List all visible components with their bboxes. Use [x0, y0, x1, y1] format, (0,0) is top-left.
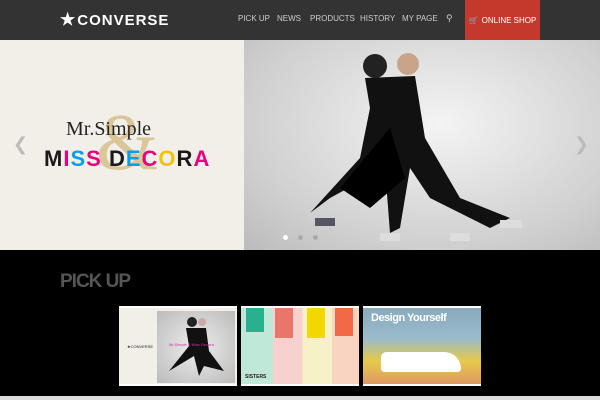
- prev-arrow-icon[interactable]: ❮: [13, 134, 28, 155]
- star-icon: ★: [60, 10, 77, 29]
- logo-text: CONVERSE: [77, 11, 170, 29]
- shop-label: ONLINE SHOP: [481, 15, 537, 25]
- thumb-logo: ★CONVERSE: [127, 344, 154, 349]
- pickup-item-label: Design Yourself: [371, 312, 447, 324]
- cart-icon: 🛒: [468, 15, 479, 25]
- title-letter: C: [141, 146, 159, 171]
- title-letter: D: [108, 146, 126, 171]
- title-letter: S: [70, 146, 87, 171]
- search-icon[interactable]: ⚲: [446, 13, 453, 24]
- hero-carousel: & Mr.Simple MISS DECORA ❮ ❯: [0, 40, 600, 250]
- hero-title-2: MISS DECORA: [44, 146, 210, 172]
- pickup-item-3[interactable]: Design Yourself: [363, 306, 481, 386]
- hero-title-1: Mr.Simple: [66, 118, 152, 140]
- couple-thumbnail-image: [169, 317, 224, 376]
- ampersand: &: [96, 99, 159, 187]
- title-letter: E: [125, 146, 142, 171]
- nav-news[interactable]: NEWS: [277, 14, 301, 23]
- next-arrow-icon[interactable]: ❯: [574, 134, 589, 155]
- online-shop-button[interactable]: 🛒 ONLINE SHOP: [465, 0, 540, 40]
- pickup-item-label: Mr.Simple & Miss Decora: [169, 342, 214, 347]
- footer-strip: [0, 396, 600, 400]
- title-letter: O: [158, 146, 177, 171]
- pickup-item-label: SISTERS: [245, 374, 267, 380]
- hero-title-panel: & Mr.Simple MISS DECORA: [0, 40, 244, 250]
- title-letter: A: [193, 146, 211, 171]
- nav-pick-up[interactable]: PICK UP: [238, 14, 270, 23]
- pickup-heading: PICK UP: [60, 271, 131, 292]
- nav-products[interactable]: PRODUCTS: [310, 14, 355, 23]
- nav-my-page[interactable]: MY PAGE: [402, 14, 438, 23]
- carousel-dot-2[interactable]: [298, 235, 303, 240]
- nav-history[interactable]: HISTORY: [360, 14, 395, 23]
- title-letter: R: [176, 146, 194, 171]
- carousel-dot-3[interactable]: [313, 235, 318, 240]
- carousel-dot-1[interactable]: [283, 235, 288, 240]
- pickup-item-1[interactable]: ★CONVERSE Mr.Simple & Miss Decora: [119, 306, 237, 386]
- title-letter: [102, 146, 109, 171]
- title-letter: S: [86, 146, 102, 171]
- header: ★ CONVERSE PICK UP NEWS PRODUCTS HISTORY …: [0, 0, 600, 40]
- dancing-couple-image: [310, 53, 522, 241]
- hero-photo: [244, 40, 600, 250]
- pickup-item-2[interactable]: SISTERS: [241, 306, 359, 386]
- title-letter: M: [44, 146, 64, 171]
- converse-logo[interactable]: ★ CONVERSE: [60, 10, 169, 30]
